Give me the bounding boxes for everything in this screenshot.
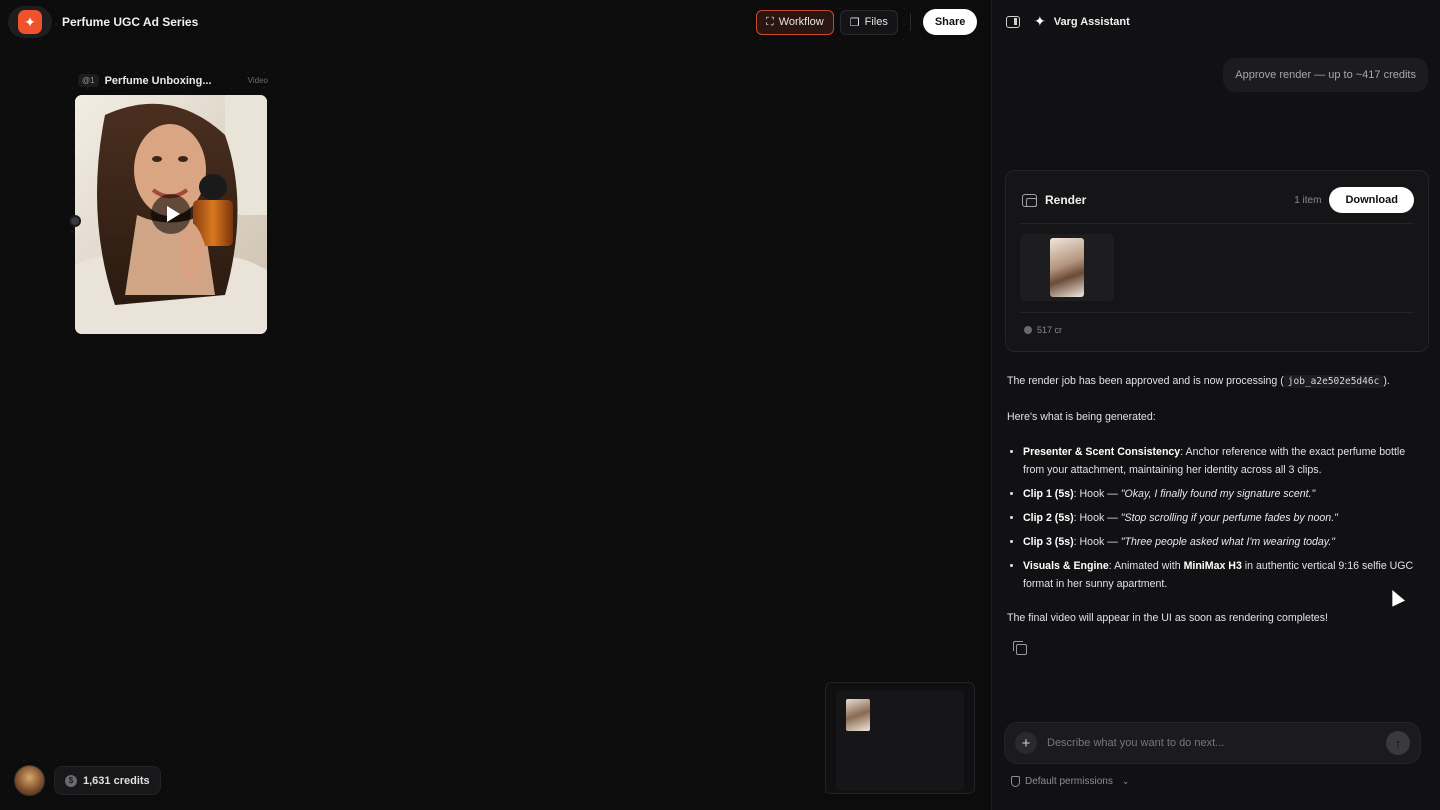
chevron-down-icon: ⌄ xyxy=(1121,776,1130,786)
toolbar: ⛶ Workflow ❒ Files Share xyxy=(756,9,978,35)
credits-badge[interactable]: $ 1,631 credits xyxy=(54,766,161,795)
permissions-dropdown[interactable]: Default permissions ⌄ xyxy=(1011,776,1129,787)
arrow-up-icon: ↑ xyxy=(1394,735,1402,751)
files-icon: ❒ xyxy=(849,16,860,29)
reply-outro: The final video will appear in the UI as… xyxy=(1007,612,1328,624)
credits-label: 1,631 credits xyxy=(83,774,150,787)
files-button[interactable]: ❒ Files xyxy=(839,9,898,35)
render-thumbnail-image xyxy=(1050,238,1084,297)
files-label: Files xyxy=(864,16,888,28)
project-title: Perfume UGC Ad Series xyxy=(62,15,199,29)
composer: + ↑ xyxy=(1004,722,1421,764)
reply-points: Presenter & Scent Consistency: Anchor re… xyxy=(1007,443,1426,599)
project-bar: ✦ Perfume UGC Ad Series xyxy=(8,6,198,38)
minimap[interactable] xyxy=(825,682,975,794)
render-card-divider xyxy=(1020,312,1414,313)
minimap-node-thumbnail xyxy=(846,699,870,731)
list-item: Clip 1 (5s): Hook — "Okay, I finally fou… xyxy=(1023,485,1426,503)
render-title: Render xyxy=(1045,193,1087,207)
user-avatar[interactable] xyxy=(14,765,45,796)
assistant-title: ✦ Varg Assistant xyxy=(1034,13,1130,30)
list-item: Clip 2 (5s): Hook — "Stop scrolling if y… xyxy=(1023,509,1426,527)
coin-icon xyxy=(1024,326,1032,334)
shield-icon xyxy=(1011,776,1020,787)
copy-icon[interactable] xyxy=(1013,641,1027,655)
assistant-panel: ✦ Varg Assistant Approve render — up to … xyxy=(991,0,1440,810)
render-card-header: Render 1 item Download xyxy=(1022,187,1414,213)
render-cost-label: 517 cr xyxy=(1037,325,1063,335)
node-connection-handle[interactable] xyxy=(69,215,81,227)
list-item: Presenter & Scent Consistency: Anchor re… xyxy=(1023,443,1426,479)
render-cost: 517 cr xyxy=(1024,325,1062,335)
reply-subhead: Here's what is being generated: xyxy=(1007,411,1156,423)
workflow-icon: ⛶ xyxy=(766,15,774,28)
minimap-viewport xyxy=(836,691,964,791)
attach-button[interactable]: + xyxy=(1015,732,1037,754)
reply-intro-end: ). xyxy=(1383,375,1390,387)
video-node-card[interactable] xyxy=(75,95,267,334)
app-logo-button[interactable]: ✦ xyxy=(8,6,52,38)
job-id: job_a2e502e5d46c xyxy=(1283,375,1384,388)
send-button[interactable]: ↑ xyxy=(1386,731,1410,755)
reply-intro-text: The render job has been approved and is … xyxy=(1007,375,1284,387)
sparkle-icon: ✦ xyxy=(1034,13,1046,29)
permissions-label: Default permissions xyxy=(1025,776,1113,787)
logo-icon: ✦ xyxy=(18,10,42,34)
render-thumbnail[interactable] xyxy=(1020,234,1114,301)
prompt-input[interactable] xyxy=(1047,737,1386,749)
render-item-count: 1 item xyxy=(1294,194,1322,206)
user-message: Approve render — up to ~417 credits xyxy=(1223,58,1428,92)
user-bar: $ 1,631 credits xyxy=(14,765,161,796)
toolbar-divider xyxy=(909,13,911,31)
render-card: Render 1 item Download 517 cr xyxy=(1005,170,1429,352)
render-card-divider xyxy=(1020,223,1414,224)
toggle-panel-icon[interactable] xyxy=(1006,15,1020,28)
node-name: Perfume Unboxing... xyxy=(104,74,212,87)
workflow-button[interactable]: ⛶ Workflow xyxy=(756,9,834,35)
list-item: Clip 3 (5s): Hook — "Three people asked … xyxy=(1023,533,1426,551)
assistant-header: ✦ Varg Assistant xyxy=(1006,13,1130,30)
play-button[interactable] xyxy=(151,194,191,234)
list-item: Visuals & Engine: Animated with MiniMax … xyxy=(1023,557,1426,593)
play-icon xyxy=(166,206,180,222)
node-header: @1 Perfume Unboxing... Video xyxy=(78,74,268,87)
workflow-canvas[interactable]: ✦ Perfume UGC Ad Series ⛶ Workflow ❒ Fil… xyxy=(0,0,991,810)
workflow-label: Workflow xyxy=(778,16,824,28)
reply-intro: The render job has been approved and is … xyxy=(1007,372,1426,391)
node-type: Video xyxy=(247,76,268,85)
share-button[interactable]: Share xyxy=(922,9,978,35)
gallery-icon xyxy=(1022,193,1037,207)
coin-icon: $ xyxy=(65,774,77,787)
assistant-title-label: Varg Assistant xyxy=(1053,15,1130,28)
node-tag: @1 xyxy=(78,74,99,87)
download-button[interactable]: Download xyxy=(1329,187,1414,213)
